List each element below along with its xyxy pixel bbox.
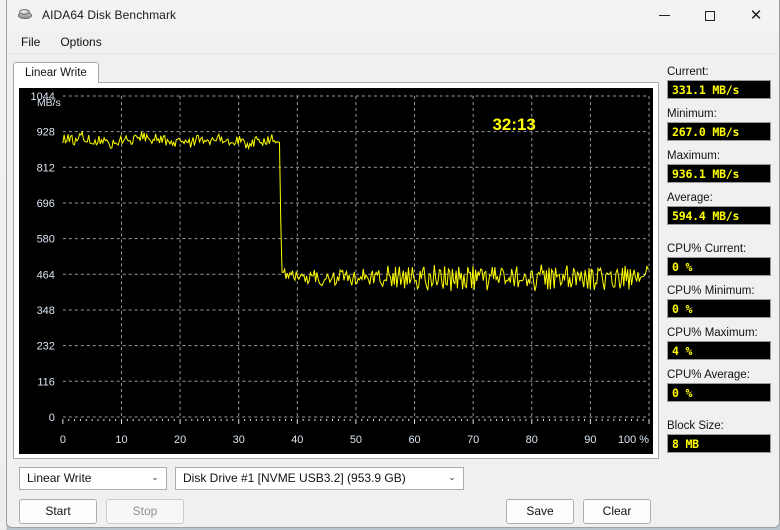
- x-tick-label: 40: [291, 434, 303, 446]
- chevron-down-icon: ⌄: [441, 468, 463, 489]
- clear-button[interactable]: Clear: [583, 499, 651, 524]
- x-tick-label: 20: [174, 434, 186, 446]
- minimize-icon: [659, 15, 670, 16]
- stat-label: CPU% Minimum:: [667, 285, 771, 297]
- stat-block: Average: 594.4 MB/s: [667, 192, 771, 225]
- stat-value: 0 %: [667, 383, 771, 402]
- benchmark-chart-panel: 01162323484645806968129281044 0102030405…: [13, 82, 659, 459]
- x-tick-label: 60: [408, 434, 420, 446]
- stat-value: 8 MB: [667, 434, 771, 453]
- stat-label: CPU% Current:: [667, 243, 771, 255]
- title-bar: AIDA64 Disk Benchmark ✕: [7, 0, 779, 31]
- left-column: Linear Write 0 116 232 348 464 580 696 812 928 10…: [7, 54, 659, 528]
- disk-icon: [16, 8, 34, 22]
- x-tick-label: 30: [233, 434, 245, 446]
- stat-value: 594.4 MB/s: [667, 206, 771, 225]
- stat-value: 0 %: [667, 299, 771, 318]
- x-tick-label: 90: [584, 434, 596, 446]
- stat-value: 4 %: [667, 341, 771, 360]
- stat-label: Maximum:: [667, 150, 771, 162]
- stat-block: Block Size: 8 MB: [667, 420, 771, 453]
- stat-label: Block Size:: [667, 420, 771, 432]
- stat-value: 267.0 MB/s: [667, 122, 771, 141]
- stat-value: 936.1 MB/s: [667, 164, 771, 183]
- y-tick-label: 928: [37, 127, 55, 139]
- y-tick-label: 464: [37, 269, 55, 281]
- menu-item-file[interactable]: File: [12, 32, 49, 52]
- stat-label: CPU% Maximum:: [667, 327, 771, 339]
- maximize-button[interactable]: [687, 0, 733, 31]
- stat-block: CPU% Current: 0 %: [667, 243, 771, 276]
- chart-elapsed-timer: 32:13: [493, 115, 536, 134]
- disk-drive-value: Disk Drive #1 [NVME USB3.2] (953.9 GB): [183, 471, 441, 485]
- stat-value: 331.1 MB/s: [667, 80, 771, 99]
- benchmark-chart: 01162323484645806968129281044 0102030405…: [19, 88, 653, 454]
- benchmark-chart-svg: 01162323484645806968129281044 0102030405…: [19, 88, 653, 454]
- selector-row: Linear Write ⌄ Disk Drive #1 [NVME USB3.…: [19, 467, 659, 490]
- x-tick-label: 0: [60, 434, 66, 446]
- x-tick-label: 50: [350, 434, 362, 446]
- menu-item-options[interactable]: Options: [51, 32, 110, 52]
- y-tick-label: 348: [37, 305, 55, 317]
- y-tick-label: 232: [37, 341, 55, 353]
- y-tick-label: 0: [49, 412, 55, 424]
- save-button[interactable]: Save: [506, 499, 574, 524]
- x-tick-label: 70: [467, 434, 479, 446]
- window-body: Linear Write 0 116 232 348 464 580 696 812 928 10…: [7, 54, 779, 528]
- chevron-down-icon: ⌄: [144, 468, 166, 489]
- stat-label: Current:: [667, 66, 771, 78]
- stat-value: 0 %: [667, 257, 771, 276]
- stat-label: CPU% Average:: [667, 369, 771, 381]
- benchmark-mode-value: Linear Write: [27, 471, 144, 485]
- close-button[interactable]: ✕: [733, 0, 779, 31]
- stat-block: CPU% Maximum: 4 %: [667, 327, 771, 360]
- close-icon: ✕: [750, 8, 763, 23]
- tab-strip: Linear Write: [13, 59, 659, 82]
- stat-block: Current: 331.1 MB/s: [667, 66, 771, 99]
- stat-label: Minimum:: [667, 108, 771, 120]
- window-controls: ✕: [641, 0, 779, 31]
- benchmark-mode-select[interactable]: Linear Write ⌄: [19, 467, 167, 490]
- y-tick-label: 812: [37, 162, 55, 174]
- stat-block: Maximum: 936.1 MB/s: [667, 150, 771, 183]
- y-tick-label: 580: [37, 234, 55, 246]
- stat-block: Minimum: 267.0 MB/s: [667, 108, 771, 141]
- controls-area: Linear Write ⌄ Disk Drive #1 [NVME USB3.…: [13, 459, 659, 528]
- maximize-icon: [705, 11, 715, 21]
- button-row: Start Stop Save Clear: [19, 499, 659, 524]
- stat-block: CPU% Minimum: 0 %: [667, 285, 771, 318]
- x-tick-label: 100 %: [618, 434, 649, 446]
- aida64-disk-benchmark-window: AIDA64 Disk Benchmark ✕ File Options Lin…: [6, 0, 780, 528]
- x-tick-label: 10: [115, 434, 127, 446]
- y-tick-label: 116: [37, 376, 54, 388]
- y-tick-label: 696: [37, 198, 55, 210]
- chart-y-axis-title: MB/s: [37, 98, 61, 109]
- menu-bar: File Options: [7, 31, 779, 54]
- stat-block: CPU% Average: 0 %: [667, 369, 771, 402]
- minimize-button[interactable]: [641, 0, 687, 31]
- disk-drive-select[interactable]: Disk Drive #1 [NVME USB3.2] (953.9 GB) ⌄: [175, 467, 464, 490]
- start-button[interactable]: Start: [19, 499, 97, 524]
- tab-linear-write[interactable]: Linear Write: [13, 62, 99, 83]
- stat-label: Average:: [667, 192, 771, 204]
- stop-button[interactable]: Stop: [106, 499, 184, 524]
- statistics-panel: Current: 331.1 MB/s Minimum: 267.0 MB/s Maxi…: [659, 54, 779, 528]
- window-title: AIDA64 Disk Benchmark: [42, 8, 176, 22]
- x-tick-label: 80: [526, 434, 538, 446]
